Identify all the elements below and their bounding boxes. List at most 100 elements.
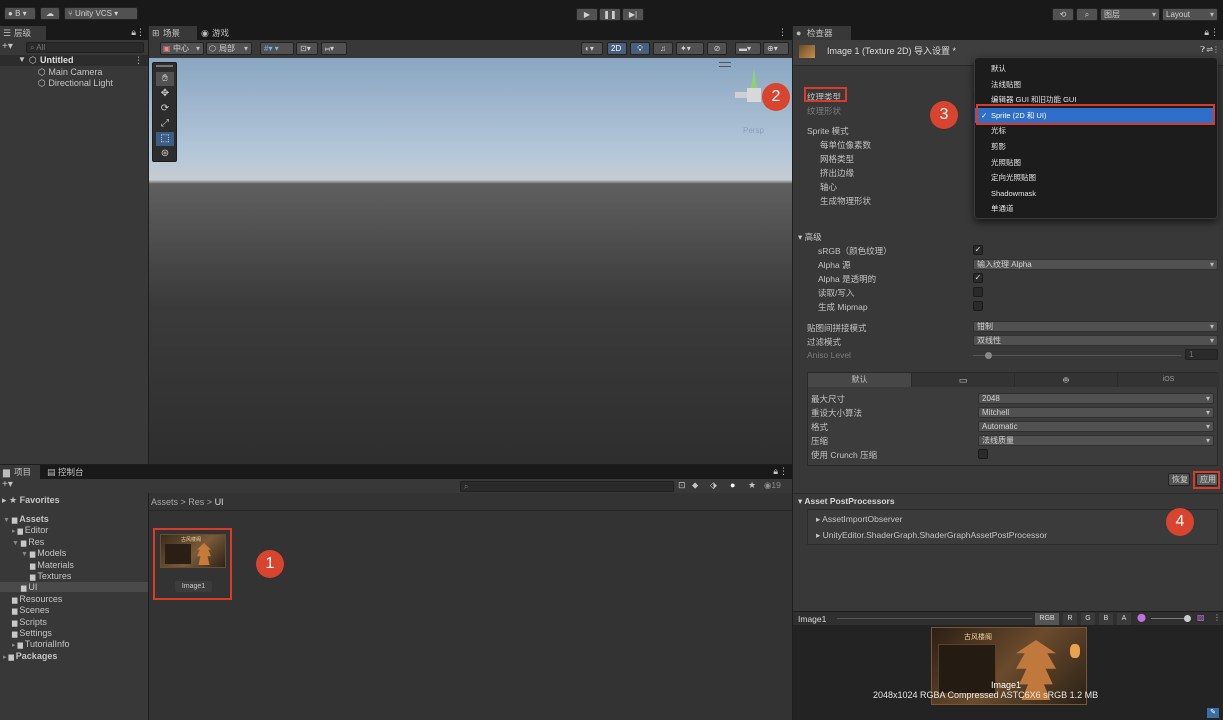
mode-2d-toggle[interactable]: 2D <box>607 42 627 55</box>
account-button[interactable]: ● B ▾ <box>4 7 36 20</box>
project-search-input[interactable]: ⌕ <box>460 481 674 492</box>
channel-button-r[interactable]: R <box>1063 613 1077 625</box>
project-tree-item[interactable]: ▼ ▆ Assets <box>0 514 148 524</box>
project-tree-item[interactable]: ▼ ▆ Models <box>0 548 148 558</box>
revert-button[interactable]: 恢复 <box>1168 473 1190 486</box>
aniso-value-field[interactable]: 1 <box>1185 349 1218 360</box>
tab-scene[interactable]: ⊞ 场景 <box>149 26 197 40</box>
project-tree-item[interactable]: ▆ Materials <box>0 560 148 570</box>
expand-arrow-icon[interactable]: ▼ <box>3 517 12 524</box>
processor-item[interactable]: ▸ UnityEditor.ShaderGraph.ShaderGraphAss… <box>816 530 1047 541</box>
scene-menu-icon[interactable]: ⋮ <box>134 55 143 66</box>
tab-console[interactable]: ▤ 控制台 <box>44 465 92 479</box>
filter-mode-dropdown[interactable]: 双线性 <box>973 335 1218 346</box>
add-icon[interactable]: +▾ <box>2 41 13 52</box>
project-tree-item[interactable]: ▸ ▆ Editor <box>0 525 148 535</box>
crunch-checkbox[interactable] <box>978 449 988 459</box>
mip-icon[interactable]: ▨ <box>1197 613 1205 622</box>
aniso-slider[interactable] <box>973 352 1181 359</box>
info-icon[interactable]: ● <box>730 480 735 490</box>
expand-arrow-icon[interactable]: ▼ <box>18 55 26 64</box>
preview-drag-handle[interactable] <box>837 618 1032 619</box>
snap-increment-button[interactable]: ⊡▾ <box>296 42 318 55</box>
search-by-type-icon[interactable]: ⊡ <box>678 480 686 491</box>
tab-project[interactable]: ▆ 项目 <box>0 465 40 479</box>
hierarchy-item-main-camera[interactable]: ⬡ Main Camera <box>38 67 102 78</box>
project-tree-item[interactable]: ▸ ▆ Packages <box>0 651 148 661</box>
format-dropdown[interactable]: Automatic <box>978 421 1214 432</box>
menu-item[interactable]: 默认 <box>975 61 1215 76</box>
more-menu-icon[interactable]: ⋮ <box>136 27 145 38</box>
align-button[interactable]: ⧦▾ <box>321 42 347 55</box>
tag-icon[interactable]: ⬗ <box>710 480 717 491</box>
history-button[interactable]: ⟲ <box>1052 8 1074 21</box>
lock-icon[interactable]: 🔒︎ <box>773 466 778 477</box>
project-tree-item[interactable]: ▼ ▆ Res <box>0 537 148 547</box>
move-tool-icon[interactable]: ✥ <box>156 87 174 101</box>
pause-button[interactable]: ❚❚ <box>599 8 621 21</box>
breadcrumb-ui[interactable]: UI <box>215 497 224 507</box>
project-tree-item[interactable]: ▆ Scenes <box>0 605 148 615</box>
mipmap-checkbox[interactable] <box>973 301 983 311</box>
menu-item[interactable]: 单通道 <box>975 201 1215 216</box>
platform-tab-standalone[interactable]: ▭ <box>911 373 1014 387</box>
more-menu-icon[interactable]: ⋮ <box>1212 45 1220 54</box>
menu-item[interactable]: 法线贴图 <box>975 77 1215 92</box>
wrap-mode-dropdown[interactable]: 钳制 <box>973 321 1218 332</box>
lock-icon[interactable]: 🔒︎ <box>1204 27 1209 38</box>
step-button[interactable]: ▶| <box>622 8 644 21</box>
channel-button-rgb[interactable]: RGB <box>1035 613 1059 625</box>
expand-arrow-icon[interactable]: ▼ <box>21 551 30 558</box>
audio-toggle[interactable]: ♫ <box>653 42 673 55</box>
layout-dropdown[interactable]: Layout <box>1162 8 1218 21</box>
alpha-transparent-checkbox[interactable]: ✓ <box>973 273 983 283</box>
aniso-slider-handle[interactable] <box>985 352 992 359</box>
srgb-checkbox[interactable]: ✓ <box>973 245 983 255</box>
transform-tool-icon[interactable]: ⊛ <box>156 147 174 161</box>
advanced-foldout[interactable]: ▾ 高级 <box>798 231 822 243</box>
more-menu-icon[interactable]: ⋮ <box>1213 613 1221 622</box>
menu-item[interactable]: 剪影 <box>975 139 1215 154</box>
processor-item[interactable]: ▸ AssetImportObserver <box>816 514 902 525</box>
hidden-count[interactable]: ◉19 <box>764 480 781 491</box>
favorite-icon[interactable]: ★ <box>748 480 756 491</box>
tab-hierarchy[interactable]: ☰ 层级 <box>0 26 46 40</box>
grid-snap-button[interactable]: #▾ ▾ <box>260 42 294 55</box>
cloud-button[interactable]: ☁ <box>40 7 60 20</box>
mip-slider[interactable] <box>1151 615 1191 622</box>
mip-slider-handle[interactable] <box>1184 615 1191 622</box>
scene-row[interactable]: ▼ ⬡ Untitled ⋮ <box>0 55 148 66</box>
resize-algorithm-dropdown[interactable]: Mitchell <box>978 407 1214 418</box>
tab-game[interactable]: ◉ 游戏 <box>198 26 246 40</box>
hand-tool-icon[interactable]: ✋︎ <box>156 72 174 86</box>
project-tree-item[interactable]: ▆ Resources <box>0 594 148 604</box>
platform-tab-default[interactable]: 默认 <box>808 373 911 387</box>
lighting-toggle[interactable]: 💡︎ <box>630 42 650 55</box>
hierarchy-search-input[interactable]: ⌕ All <box>26 42 144 53</box>
menu-item[interactable]: 光照贴图 <box>975 155 1215 170</box>
draw-mode-button[interactable]: ◐▾ <box>581 42 603 55</box>
asset-label-icon[interactable]: ✎ <box>1207 708 1219 718</box>
vcs-button[interactable]: ⑂ Unity VCS ▾ <box>64 7 138 20</box>
favorites-item[interactable]: ▸ ★ Favorites <box>2 495 60 506</box>
menu-item[interactable]: 光标 <box>975 123 1215 138</box>
project-tree-item[interactable]: ▆ UI <box>0 582 148 593</box>
breadcrumb-res[interactable]: Res <box>188 497 204 507</box>
project-tree-item[interactable]: ▆ Scripts <box>0 617 148 627</box>
effects-dropdown[interactable]: ✦▾ <box>676 42 704 55</box>
hierarchy-item-directional-light[interactable]: ⬡ Directional Light <box>38 78 113 89</box>
compression-dropdown[interactable]: 法线质量 <box>978 435 1214 446</box>
channel-button-a[interactable]: A <box>1117 613 1131 625</box>
create-icon[interactable]: +▾ <box>2 479 13 490</box>
channel-button-b[interactable]: B <box>1099 613 1113 625</box>
menu-item[interactable]: Shadowmask <box>975 186 1215 201</box>
breadcrumb-assets[interactable]: Assets <box>151 497 178 507</box>
hidden-objects-toggle[interactable]: ⊘ <box>707 42 727 55</box>
more-menu-icon[interactable]: ⋮ <box>1210 27 1219 38</box>
scene-viewport[interactable] <box>149 58 792 464</box>
post-processors-foldout[interactable]: ▾ Asset PostProcessors <box>798 496 895 507</box>
help-icon[interactable]: ❓︎ <box>1200 45 1205 55</box>
project-tree-item[interactable]: ▆ Settings <box>0 628 148 638</box>
gizmo-menu-icon[interactable] <box>719 62 731 67</box>
project-tree-item[interactable]: ▆ Textures <box>0 571 148 581</box>
